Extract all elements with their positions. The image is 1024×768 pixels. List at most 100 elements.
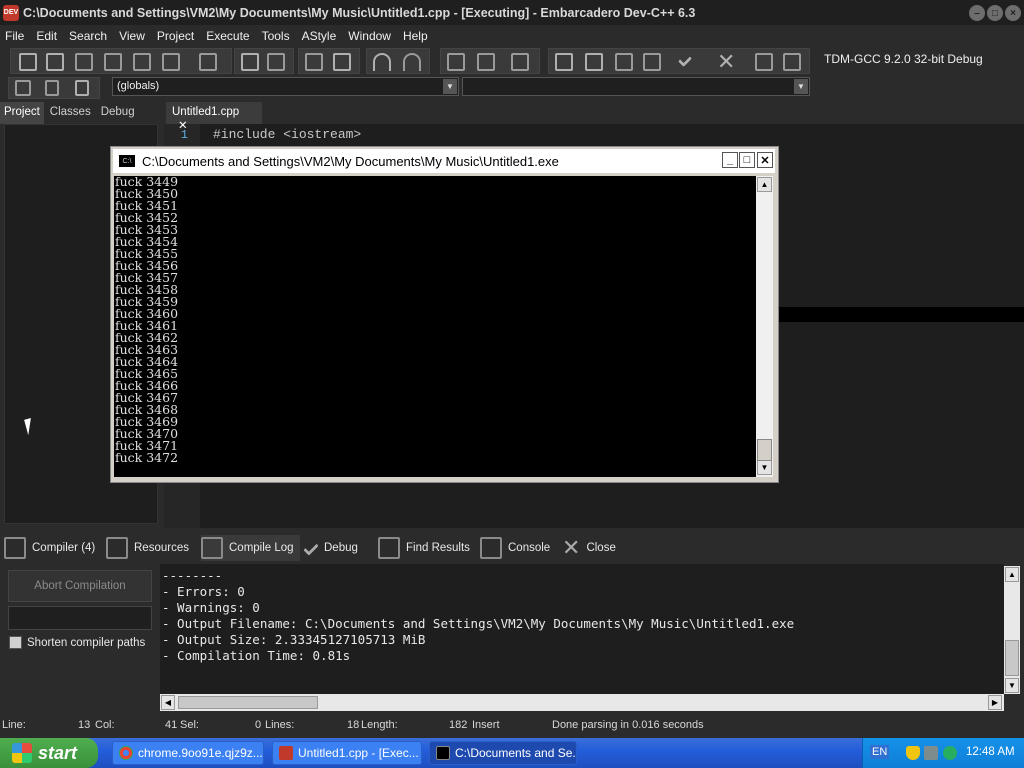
status-col-label: Col:	[95, 719, 115, 731]
save-all-icon[interactable]	[104, 53, 122, 71]
globals-select-value: (globals)	[117, 80, 160, 92]
replace-icon[interactable]	[267, 53, 285, 71]
project-options-icon[interactable]	[511, 53, 529, 71]
start-button[interactable]: start	[0, 738, 98, 768]
tab-classes[interactable]: Classes	[46, 102, 95, 124]
scroll-up-icon[interactable]: ▲	[757, 177, 772, 192]
log-vertical-thumb[interactable]	[1005, 640, 1019, 676]
language-indicator[interactable]: EN	[870, 745, 890, 759]
scroll-left-icon[interactable]: ◀	[161, 695, 175, 710]
console-maximize-button[interactable]: □	[739, 152, 755, 168]
tab-untitled1-cpp[interactable]: Untitled1.cpp ✕	[166, 102, 262, 132]
log-line: - Warnings: 0	[162, 600, 260, 615]
console-line: fuck 3463	[115, 342, 179, 357]
console-scrollbar[interactable]: ▲ ▼	[756, 176, 773, 477]
class-browser-select[interactable]: (globals) ▼	[112, 77, 459, 96]
find-icon	[378, 537, 400, 559]
compile-icon[interactable]	[555, 53, 573, 71]
rebuild-icon[interactable]	[643, 53, 661, 71]
open-file-icon[interactable]	[46, 53, 64, 71]
shorten-paths-checkbox[interactable]	[9, 636, 22, 649]
menu-edit[interactable]: Edit	[31, 29, 62, 43]
taskbar-clock[interactable]: 12:48 AM	[966, 746, 1015, 758]
tab-resources[interactable]: Resources	[106, 535, 189, 561]
console-scroll-thumb[interactable]	[757, 439, 772, 461]
status-length-value: 182	[449, 719, 468, 731]
console-minimize-button[interactable]: _	[722, 152, 738, 168]
redo-icon[interactable]	[403, 53, 421, 71]
menu-project[interactable]: Project	[152, 29, 199, 43]
tab-console[interactable]: Console	[480, 535, 550, 561]
print-icon[interactable]	[199, 53, 217, 71]
current-line-highlight	[778, 307, 1024, 322]
syntax-check-icon[interactable]	[677, 52, 693, 68]
tab-close-label: Close	[586, 542, 616, 554]
security-shield-icon[interactable]	[906, 746, 920, 760]
find-icon[interactable]	[241, 53, 259, 71]
console-close-button[interactable]: ✕	[757, 152, 773, 168]
comment-icon[interactable]	[305, 53, 323, 71]
tab-resources-label: Resources	[134, 542, 189, 554]
tab-close[interactable]: ✕ Close	[562, 535, 616, 561]
taskbar-item-console[interactable]: C:\Documents and Se...	[429, 741, 577, 765]
tab-debug[interactable]: Debug	[97, 102, 139, 124]
abort-compilation-button[interactable]: Abort Compilation	[8, 570, 152, 602]
menu-help[interactable]: Help	[398, 29, 433, 43]
menu-astyle[interactable]: AStyle	[297, 29, 342, 43]
taskbar-item-devcpp[interactable]: Untitled1.cpp - [Exec...	[272, 741, 422, 765]
compiler-set-select[interactable]: TDM-GCC 9.2.0 32-bit Debug	[820, 48, 1020, 70]
menu-tools[interactable]: Tools	[257, 29, 295, 43]
scroll-right-icon[interactable]: ▶	[988, 695, 1002, 710]
network-icon[interactable]	[924, 746, 938, 760]
remove-from-project-icon[interactable]	[477, 53, 495, 71]
menu-execute[interactable]: Execute	[201, 29, 254, 43]
compile-log-output[interactable]: -------- - Errors: 0 - Warnings: 0 - Out…	[160, 564, 1004, 694]
close-file-icon[interactable]	[133, 53, 151, 71]
volume-icon[interactable]	[943, 746, 957, 760]
save-icon[interactable]	[75, 53, 93, 71]
tab-compiler-label: Compiler (4)	[32, 542, 96, 554]
taskbar-item-chrome[interactable]: chrome.9oo91e.qjz9z...	[112, 741, 264, 765]
goto-bookmark-icon[interactable]	[75, 80, 89, 96]
menu-search[interactable]: Search	[64, 29, 112, 43]
menu-file[interactable]: File	[0, 29, 29, 43]
search-toolbar-group	[234, 48, 294, 74]
console-line: fuck 3460	[115, 306, 179, 321]
minimize-button[interactable]: –	[969, 5, 985, 21]
stop-execution-icon[interactable]: ✕	[717, 49, 735, 74]
tab-debug-output[interactable]: Debug	[303, 535, 358, 561]
function-select[interactable]: ▼	[462, 77, 810, 96]
toggle-bookmark-icon[interactable]	[333, 53, 351, 71]
tab-project[interactable]: Project	[0, 102, 44, 124]
menu-window[interactable]: Window	[343, 29, 396, 43]
tab-find-results[interactable]: Find Results	[378, 535, 470, 561]
menu-view[interactable]: View	[114, 29, 150, 43]
resources-icon	[106, 537, 128, 559]
close-window-button[interactable]: ×	[1005, 5, 1021, 21]
status-line-label: Line:	[2, 719, 26, 731]
scroll-down-icon[interactable]: ▼	[1005, 678, 1019, 693]
add-to-project-icon[interactable]	[447, 53, 465, 71]
run-icon[interactable]	[585, 53, 603, 71]
new-file-icon[interactable]	[19, 53, 37, 71]
compile-run-icon[interactable]	[615, 53, 633, 71]
insert-icon[interactable]	[15, 80, 31, 96]
log-horizontal-thumb[interactable]	[178, 696, 318, 709]
profile-icon[interactable]	[755, 53, 773, 71]
console-line: fuck 3469	[115, 414, 179, 429]
console-line: fuck 3456	[115, 258, 179, 273]
log-line: - Output Filename: C:\Documents and Sett…	[162, 616, 795, 631]
tab-compile-log[interactable]: Compile Log	[201, 535, 300, 561]
console-output[interactable]: fuck 3449 fuck 3450 fuck 3451 fuck 3452 …	[114, 176, 756, 477]
delete-profile-icon[interactable]	[783, 53, 801, 71]
title-bar: DEV C:\Documents and Settings\VM2\My Doc…	[0, 0, 1024, 25]
undo-icon[interactable]	[373, 53, 391, 71]
console-line: fuck 3470	[115, 426, 179, 441]
close-all-icon[interactable]	[162, 53, 180, 71]
scroll-down-icon[interactable]: ▼	[757, 460, 772, 475]
tab-compiler[interactable]: Compiler (4)	[4, 535, 95, 561]
console-title-bar[interactable]: C:\ C:\Documents and Settings\VM2\My Doc…	[113, 149, 775, 173]
scroll-up-icon[interactable]: ▲	[1005, 567, 1019, 582]
maximize-button[interactable]: □	[987, 5, 1003, 21]
bookmark-icon[interactable]	[45, 80, 59, 96]
